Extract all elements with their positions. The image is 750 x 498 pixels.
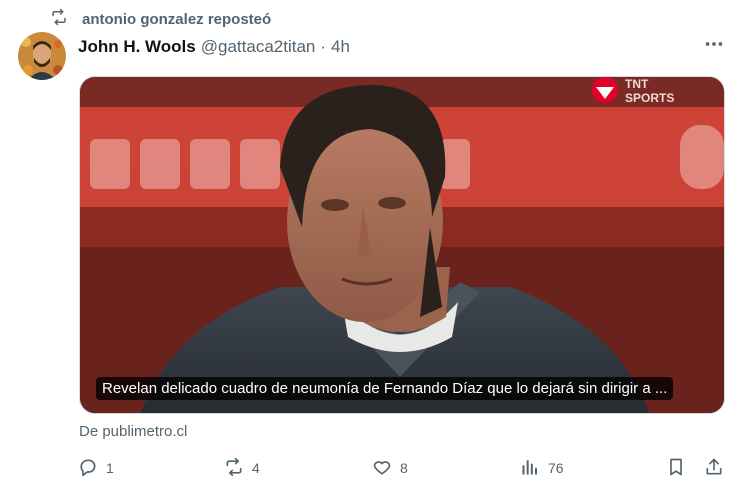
repost-button[interactable]: 4 xyxy=(224,456,260,480)
post-media[interactable]: TNT SPORTS Revelan delicado cuadro de ne… xyxy=(79,76,725,414)
share-button[interactable] xyxy=(704,456,724,480)
repost-action-icon xyxy=(224,457,244,480)
action-bar: 1 4 8 76 xyxy=(78,456,728,480)
avatar[interactable] xyxy=(18,32,66,80)
repost-icon xyxy=(50,8,68,31)
media-caption: Revelan delicado cuadro de neumonía de F… xyxy=(96,377,674,400)
author-handle[interactable]: @gattaca2titan xyxy=(201,37,316,57)
post-timestamp[interactable]: 4h xyxy=(331,37,350,57)
reply-button[interactable]: 1 xyxy=(78,456,114,480)
repost-indicator[interactable]: antonio gonzalez reposteó xyxy=(50,8,271,30)
svg-text:TNT: TNT xyxy=(625,77,649,91)
repost-user-label[interactable]: antonio gonzalez reposteó xyxy=(82,11,271,28)
svg-text:SPORTS: SPORTS xyxy=(625,91,674,105)
repost-count: 4 xyxy=(252,460,260,476)
bookmark-icon xyxy=(666,457,686,480)
reply-count: 1 xyxy=(106,460,114,476)
like-count: 8 xyxy=(400,460,408,476)
analytics-icon xyxy=(520,457,540,480)
post-header: John H. Wools @gattaca2titan · 4h xyxy=(78,36,350,58)
bookmark-button[interactable] xyxy=(666,456,686,480)
more-icon xyxy=(703,33,725,60)
reply-icon xyxy=(78,457,98,480)
like-button[interactable]: 8 xyxy=(372,456,408,480)
media-image: TNT SPORTS xyxy=(80,77,724,413)
views-button[interactable]: 76 xyxy=(520,456,564,480)
separator: · xyxy=(320,37,327,56)
views-count: 76 xyxy=(548,460,564,476)
share-icon xyxy=(704,457,724,480)
more-options-button[interactable] xyxy=(700,36,728,56)
link-source[interactable]: De publimetro.cl xyxy=(79,423,187,440)
heart-icon xyxy=(372,457,392,480)
author-name[interactable]: John H. Wools xyxy=(78,37,196,57)
